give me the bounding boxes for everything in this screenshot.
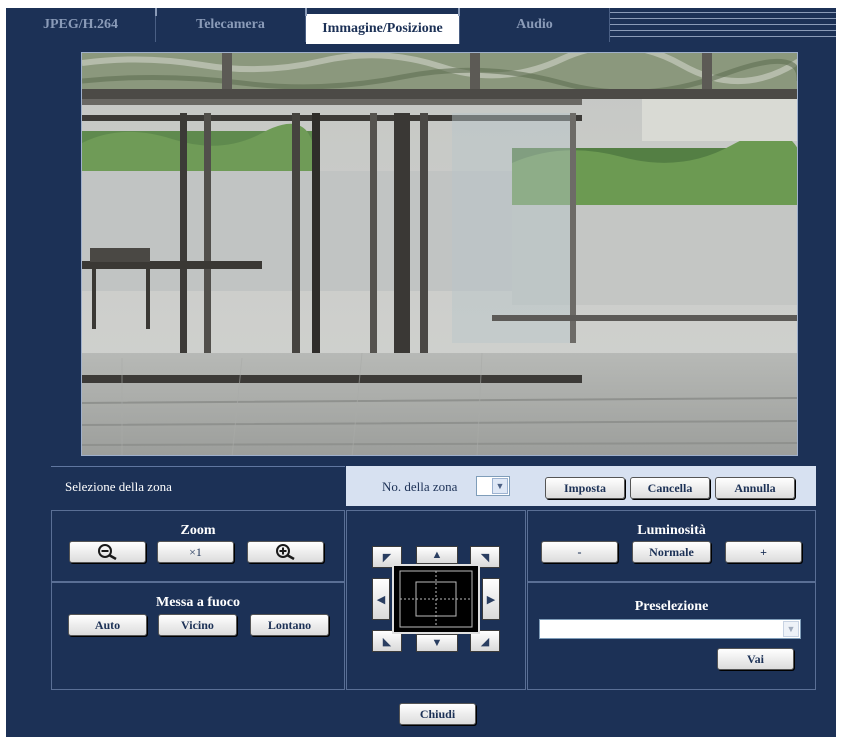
imposta-button[interactable]: Imposta xyxy=(545,477,625,499)
tab-divider xyxy=(305,8,307,16)
preset-value xyxy=(540,622,543,636)
focus-title: Messa a fuoco xyxy=(156,595,240,610)
pan-right-button[interactable]: ▶ xyxy=(482,578,500,620)
annulla-button[interactable]: Annulla xyxy=(715,477,795,499)
chevron-down-icon[interactable]: ▼ xyxy=(492,478,508,494)
tilt-up-button[interactable]: ▲ xyxy=(416,546,458,564)
zone-number-select[interactable]: ▼ xyxy=(476,476,510,496)
brightness-normal-button[interactable]: Normale xyxy=(632,541,711,563)
pan-tilt-pad: ◤ ▲ ◥ ◀ ▶ ◣ ▼ ◢ xyxy=(372,546,500,652)
tab-divider xyxy=(155,8,157,16)
zone-number-label: No. della zona xyxy=(382,479,458,494)
pan-left-button[interactable]: ◀ xyxy=(372,578,390,620)
tab-jpeg-h264[interactable]: JPEG/H.264 xyxy=(6,8,156,42)
focus-auto-button[interactable]: Auto xyxy=(68,614,147,636)
focus-far-button[interactable]: Lontano xyxy=(250,614,329,636)
zoom-in-icon xyxy=(275,544,295,560)
tab-divider xyxy=(458,8,460,16)
zone-number-value xyxy=(477,479,480,493)
tab-audio[interactable]: Audio xyxy=(460,8,610,42)
focus-panel: Messa a fuoco xyxy=(51,582,345,690)
brightness-minus-button[interactable]: - xyxy=(541,541,618,563)
zoom-out-icon xyxy=(97,544,117,560)
zoom-in-button[interactable] xyxy=(247,541,324,563)
pan-tilt-drag-area[interactable] xyxy=(392,564,480,634)
zoom-reset-button[interactable]: ×1 xyxy=(157,541,234,563)
camera-live-image[interactable] xyxy=(81,52,798,456)
close-button[interactable]: Chiudi xyxy=(399,703,476,725)
brightness-plus-button[interactable]: + xyxy=(725,541,802,563)
brightness-title: Luminosità xyxy=(637,523,706,538)
preset-select[interactable]: ▼ xyxy=(539,619,801,639)
zoom-out-button[interactable] xyxy=(69,541,146,563)
crosshair-icon xyxy=(399,570,473,628)
preset-go-button[interactable]: Vai xyxy=(717,648,794,670)
focus-near-button[interactable]: Vicino xyxy=(158,614,237,636)
tab-immagine-posizione[interactable]: Immagine/Posizione xyxy=(306,14,460,44)
chevron-down-icon[interactable]: ▼ xyxy=(783,621,799,637)
tab-bar-stripes xyxy=(610,8,836,42)
tilt-down-button[interactable]: ▼ xyxy=(416,634,458,652)
tab-telecamera[interactable]: Telecamera xyxy=(156,8,306,42)
zone-selection-title: Selezione della zona xyxy=(51,466,345,506)
cancella-button[interactable]: Cancella xyxy=(630,477,710,499)
preset-title: Preselezione xyxy=(634,599,709,614)
zoom-title: Zoom xyxy=(180,523,216,538)
camera-scene-image xyxy=(82,53,797,455)
